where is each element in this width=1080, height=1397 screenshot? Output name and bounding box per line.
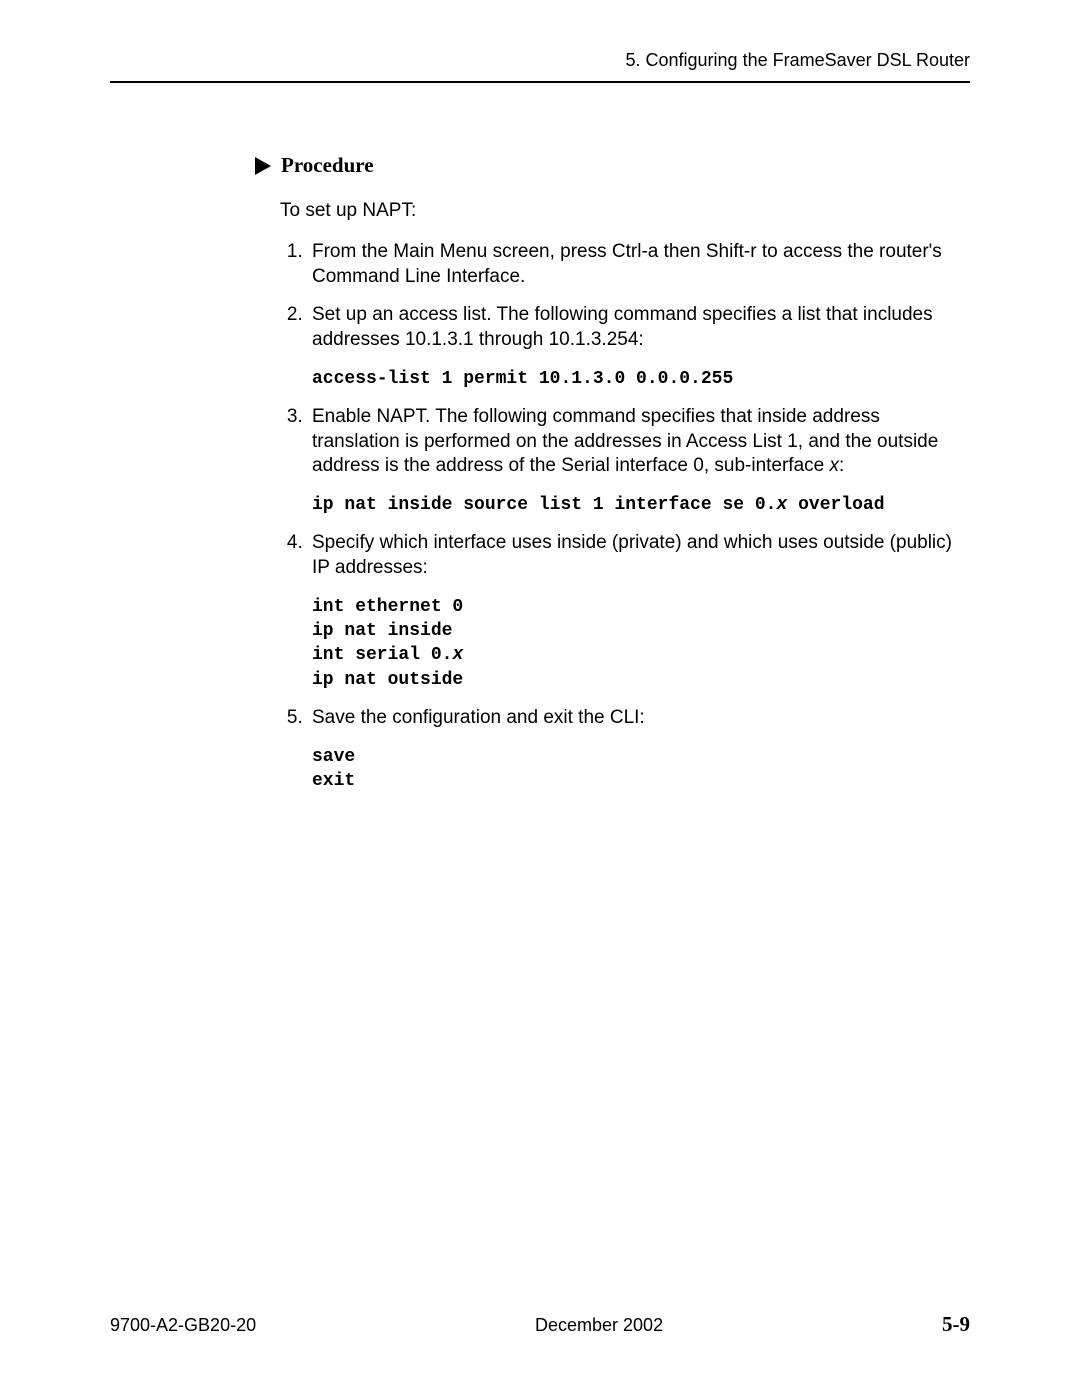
footer-page-number: 5-9 [942, 1312, 970, 1337]
step-3-cmd-b: overload [787, 495, 884, 515]
step-2-command: access-list 1 permit 10.1.3.0 0.0.0.255 [312, 367, 970, 391]
procedure-intro: To set up NAPT: [280, 200, 970, 222]
procedure-heading: Procedure [255, 153, 970, 178]
step-4-text: Specify which interface uses inside (pri… [312, 532, 952, 578]
step-5-text: Save the configuration and exit the CLI: [312, 707, 645, 728]
footer-date: December 2002 [535, 1315, 663, 1336]
step-3-cmd-italic: x [776, 495, 787, 515]
document-page: 5. Configuring the FrameSaver DSL Router… [0, 0, 1080, 1397]
page-footer: 9700-A2-GB20-20 December 2002 5-9 [110, 1312, 970, 1337]
step-2-text: Set up an access list. The following com… [312, 304, 933, 350]
page-content: Procedure To set up NAPT: From the Main … [255, 153, 970, 793]
step-2: Set up an access list. The following com… [308, 303, 970, 391]
step-4-cmd-l3a: int serial 0. [312, 645, 452, 665]
step-4-cmd-l1: int ethernet 0 [312, 597, 463, 617]
procedure-steps: From the Main Menu screen, press Ctrl-a … [280, 240, 970, 793]
page-header: 5. Configuring the FrameSaver DSL Router [110, 50, 970, 83]
triangle-icon [255, 157, 271, 175]
step-5-cmd-l1: save [312, 747, 355, 767]
step-5: Save the configuration and exit the CLI:… [308, 706, 970, 793]
step-4-command: int ethernet 0 ip nat inside int serial … [312, 595, 970, 692]
step-5-cmd-l2: exit [312, 771, 355, 791]
step-4-cmd-l4: ip nat outside [312, 670, 463, 690]
step-3-text-a: Enable NAPT. The following command speci… [312, 406, 938, 476]
step-4-cmd-l2: ip nat inside [312, 621, 452, 641]
step-3: Enable NAPT. The following command speci… [308, 405, 970, 517]
step-3-cmd-a: ip nat inside source list 1 interface se… [312, 495, 776, 515]
step-3-text-b: : [839, 455, 844, 476]
step-3-command: ip nat inside source list 1 interface se… [312, 493, 970, 517]
procedure-label: Procedure [281, 153, 374, 178]
footer-doc-id: 9700-A2-GB20-20 [110, 1315, 256, 1336]
step-4: Specify which interface uses inside (pri… [308, 531, 970, 692]
chapter-title: 5. Configuring the FrameSaver DSL Router [626, 50, 971, 70]
step-3-italic: x [830, 455, 840, 476]
step-4-cmd-l3-italic: x [452, 645, 463, 665]
step-5-command: save exit [312, 745, 970, 794]
step-1: From the Main Menu screen, press Ctrl-a … [308, 240, 970, 289]
step-1-text: From the Main Menu screen, press Ctrl-a … [312, 241, 942, 287]
